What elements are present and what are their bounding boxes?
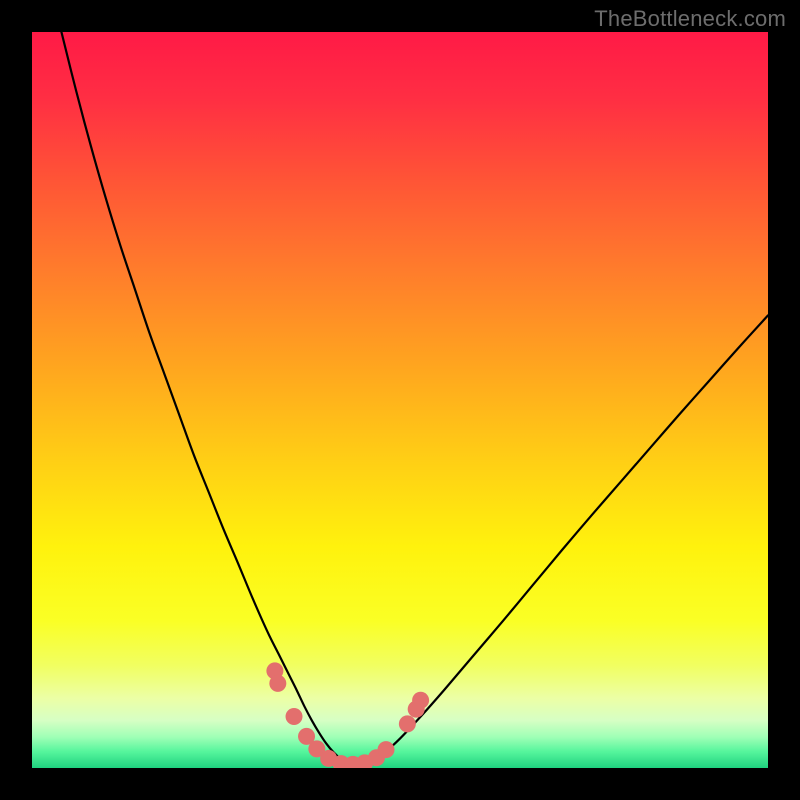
marker-dot: [412, 692, 429, 709]
plot-area: [32, 32, 768, 768]
marker-dot: [399, 715, 416, 732]
marker-dot: [378, 741, 395, 758]
chart-frame: TheBottleneck.com: [0, 0, 800, 800]
watermark-label: TheBottleneck.com: [594, 6, 786, 32]
chart-overlay: [32, 32, 768, 768]
marker-dot: [286, 708, 303, 725]
marker-dot: [269, 675, 286, 692]
bottleneck-curve: [61, 32, 768, 765]
